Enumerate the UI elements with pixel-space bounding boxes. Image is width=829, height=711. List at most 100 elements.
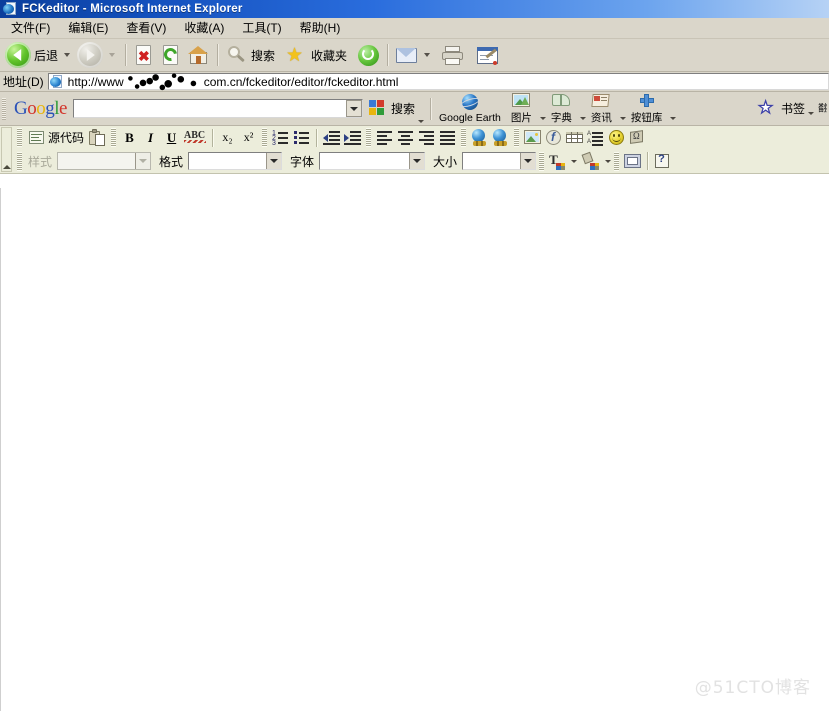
google-bookmarks-button[interactable]: ★ 书签 xyxy=(757,98,814,117)
edit-page-button[interactable] xyxy=(474,40,501,70)
back-history-dropdown[interactable] xyxy=(64,53,71,57)
forward-button[interactable] xyxy=(75,40,105,70)
unlink-button[interactable] xyxy=(490,127,511,148)
indent-button[interactable] xyxy=(342,127,363,148)
superscript-button[interactable]: x² xyxy=(238,127,259,148)
size-select[interactable] xyxy=(462,152,537,170)
horizontal-rule-button[interactable]: AA xyxy=(585,127,606,148)
flash-icon: f xyxy=(545,129,562,146)
toolbar-grip[interactable] xyxy=(17,151,22,171)
toolbar-grip[interactable] xyxy=(614,151,620,171)
insert-table-button[interactable] xyxy=(564,127,585,148)
background-color-dropdown-caret[interactable] xyxy=(605,159,612,163)
history-button[interactable] xyxy=(355,40,382,70)
toolbar-grip[interactable] xyxy=(366,128,372,147)
style-select[interactable] xyxy=(57,152,152,170)
menu-favorites[interactable]: 收藏(A) xyxy=(175,19,233,38)
toolbar-grip[interactable] xyxy=(539,151,545,171)
mail-button[interactable] xyxy=(393,40,420,70)
google-button-gallery-button[interactable]: 按钮库 xyxy=(626,92,677,125)
about-help-icon: ? xyxy=(654,153,671,170)
align-left-button[interactable] xyxy=(374,127,395,148)
google-search-button[interactable]: 搜索 xyxy=(368,100,415,117)
toolbar-grip[interactable] xyxy=(262,128,268,147)
favorites-button[interactable]: ★ 收藏夹 xyxy=(283,40,349,70)
edit-page-icon xyxy=(476,44,499,67)
about-button[interactable]: ? xyxy=(652,151,673,172)
google-dictionary-button[interactable]: 字典 xyxy=(546,92,586,125)
menu-help[interactable]: 帮助(H) xyxy=(291,19,350,38)
url-prefix: http://www xyxy=(67,74,124,89)
text-color-dropdown-caret[interactable] xyxy=(571,159,578,163)
insert-link-button[interactable] xyxy=(469,127,490,148)
toolbar-collapse-handle[interactable] xyxy=(1,127,12,172)
google-search-input[interactable] xyxy=(72,99,363,118)
google-translate-button[interactable]: 翻 xyxy=(818,103,827,114)
google-earth-icon xyxy=(459,93,481,111)
background-color-button[interactable] xyxy=(581,151,602,172)
google-news-button[interactable]: 资讯 xyxy=(586,92,626,125)
google-images-button[interactable]: 图片 xyxy=(506,92,546,125)
google-toolbar: Google 搜索 Google Earth 图片 字典 资讯 按钮库 ★ 书签 xyxy=(0,92,829,126)
menu-tools[interactable]: 工具(T) xyxy=(233,19,290,38)
show-blocks-button[interactable] xyxy=(622,151,643,172)
navigation-toolbar: 后退 ✖ 搜索 ★ 收藏夹 xyxy=(0,39,829,72)
toolbar-grip[interactable] xyxy=(111,128,117,147)
special-char-button[interactable]: Ω xyxy=(627,127,648,148)
toolbar-separator xyxy=(212,128,214,147)
paste-button[interactable] xyxy=(87,127,108,148)
menu-view[interactable]: 查看(V) xyxy=(117,19,175,38)
stop-button[interactable]: ✖ xyxy=(131,40,158,70)
editor-toolbar-row-2: 样式 格式 字体 大小 T ? xyxy=(0,149,829,173)
align-center-button[interactable] xyxy=(395,127,416,148)
google-search-options-caret[interactable] xyxy=(417,120,424,123)
bold-button[interactable]: B xyxy=(119,127,140,148)
insert-flash-button[interactable]: f xyxy=(543,127,564,148)
window-title: FCKeditor - Microsoft Internet Explorer xyxy=(22,3,243,15)
address-label: 地址(D) xyxy=(3,75,44,89)
smiley-button[interactable] xyxy=(606,127,627,148)
google-search-history-dropdown[interactable] xyxy=(345,100,362,117)
back-button[interactable]: 后退 xyxy=(3,40,60,70)
menu-file[interactable]: 文件(F) xyxy=(2,19,59,38)
search-button[interactable]: 搜索 xyxy=(223,40,277,70)
smiley-icon xyxy=(608,129,625,146)
search-label: 搜索 xyxy=(251,48,276,63)
align-right-button[interactable] xyxy=(416,127,437,148)
align-justify-button[interactable] xyxy=(437,127,458,148)
source-button[interactable]: 源代码 xyxy=(25,127,87,148)
show-blocks-icon xyxy=(624,153,642,170)
toolbar-grip[interactable] xyxy=(461,128,467,147)
menu-edit[interactable]: 编辑(E) xyxy=(59,19,117,38)
toolbar-grip[interactable] xyxy=(514,128,520,147)
button-gallery-dropdown-caret[interactable] xyxy=(670,117,677,120)
mail-dropdown[interactable] xyxy=(424,53,431,57)
align-left-icon xyxy=(376,129,393,146)
home-button[interactable] xyxy=(185,40,212,70)
subscript-label: x₂ xyxy=(222,130,233,144)
page-icon xyxy=(49,74,64,89)
forward-history-dropdown[interactable] xyxy=(109,53,116,57)
background-color-icon xyxy=(581,151,600,170)
bulleted-list-icon xyxy=(293,129,310,146)
font-select[interactable] xyxy=(319,152,426,170)
format-select[interactable] xyxy=(188,152,283,170)
horizontal-rule-icon: AA xyxy=(587,129,604,146)
strikethrough-button[interactable]: ABC xyxy=(182,127,208,148)
bookmarks-dropdown-caret[interactable] xyxy=(808,112,814,115)
subscript-button[interactable]: x₂ xyxy=(217,127,238,148)
bulleted-list-button[interactable] xyxy=(291,127,312,148)
favorites-label: 收藏夹 xyxy=(311,48,348,63)
refresh-button[interactable] xyxy=(158,40,185,70)
toolbar-grip[interactable] xyxy=(17,128,22,147)
google-earth-button[interactable]: Google Earth xyxy=(434,93,506,124)
numbered-list-button[interactable]: 123 xyxy=(270,127,291,148)
text-color-button[interactable]: T xyxy=(547,151,568,172)
italic-button[interactable]: I xyxy=(140,127,161,148)
outdent-button[interactable] xyxy=(321,127,342,148)
underline-button[interactable]: U xyxy=(161,127,182,148)
toolbar-grip[interactable] xyxy=(2,97,6,120)
print-button[interactable] xyxy=(439,40,466,70)
insert-image-button[interactable] xyxy=(522,127,543,148)
address-input[interactable]: http://www com.cn/fckeditor/editor/fckedi… xyxy=(47,72,829,91)
